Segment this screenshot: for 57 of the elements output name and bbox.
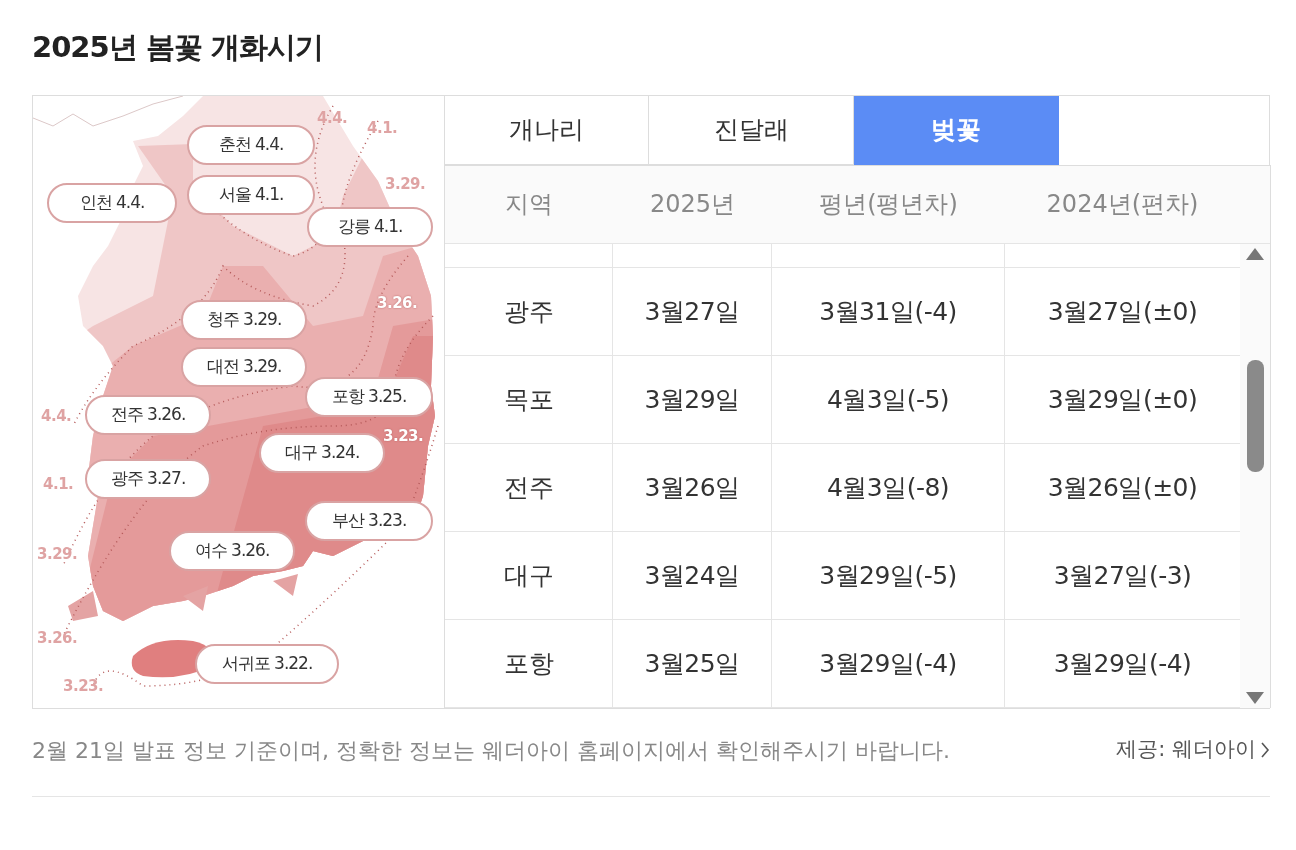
table-cell-text: 3월26일(±0) [1046,471,1199,504]
contour-label: 3.23. [383,425,424,447]
table-cell: 3월29일 [613,355,772,443]
contour-label: 4.1. [43,473,74,495]
city-label: 광주 3.27. [85,458,211,499]
chevron-right-icon [1260,740,1270,759]
table-cell: 4월3일(-5) [772,355,1005,443]
column-header: 2024년(편차) [1045,189,1200,221]
column-header: 2025년 [648,189,737,221]
table-cell: 3월26일 [613,443,772,531]
table-cell-text: 3월29일(±0) [1046,383,1199,416]
contour-label: 3.26. [37,627,78,649]
table-cell: 3월29일(-4) [772,619,1005,707]
tab[interactable]: 개나리 [444,95,649,165]
city-label: 부산 3.23. [305,500,433,541]
column-header: 지역 [504,189,554,221]
table-cell-text: 3월27일(-3) [1052,559,1193,592]
scrollbar-thumb[interactable] [1246,359,1264,472]
table-cell: 광주 [445,267,613,355]
contour-label: 4.1. [367,117,398,139]
city-label: 포항 3.25. [305,376,433,417]
contour-label: 3.29. [385,173,426,195]
source-link[interactable]: 제공: 웨더아이 [1116,732,1270,767]
scroll-up-icon[interactable] [1246,247,1264,260]
table-cell-text: 3월27일(±0) [1046,295,1199,328]
city-label: 서귀포 3.22. [195,643,339,684]
city-label: 인천 4.4. [47,182,177,223]
table-cell: 3월25일 [613,619,772,707]
city-label: 강릉 4.1. [307,206,433,247]
table-cell-text: 3월29일(-4) [1052,647,1193,680]
table-cell: 4월3일(-8) [772,443,1005,531]
tab[interactable]: 진달래 [649,95,854,165]
table-cell: 3월29일(-5) [772,531,1005,619]
table-cell: 3월31일(-4) [772,267,1005,355]
table-cell: 3월27일 [613,267,772,355]
city-label: 대전 3.29. [181,346,307,387]
page-title: 2025년 봄꽃 개화시기 [32,30,324,65]
table-cell: 3월24일 [613,531,772,619]
city-label: 대구 3.24. [259,432,385,473]
city-label: 여수 3.26. [169,530,295,571]
city-label: 서울 4.1. [187,174,315,215]
scrollbar[interactable] [1240,243,1270,708]
table-cell: 대구 [445,531,613,619]
table-cell: 전주 [445,443,613,531]
column-header: 평년(평년차) [818,189,959,221]
city-label: 춘천 4.4. [187,124,315,165]
city-label: 전주 3.26. [85,394,211,435]
city-label: 청주 3.29. [181,299,307,340]
contour-label: 3.29. [37,543,78,565]
table-cell: 포항 [445,619,613,707]
contour-label: 3.23. [63,675,104,697]
contour-label: 4.4. [41,405,72,427]
contour-label: 3.26. [377,292,418,314]
info-note: 2월 21일 발표 정보 기준이며, 정확한 정보는 웨더아이 홈페이지에서 확인해주시기 바랍니다. [32,736,951,765]
scroll-down-icon[interactable] [1246,691,1264,704]
contour-label: 4.4. [317,107,348,129]
table-cell: 목포 [445,355,613,443]
